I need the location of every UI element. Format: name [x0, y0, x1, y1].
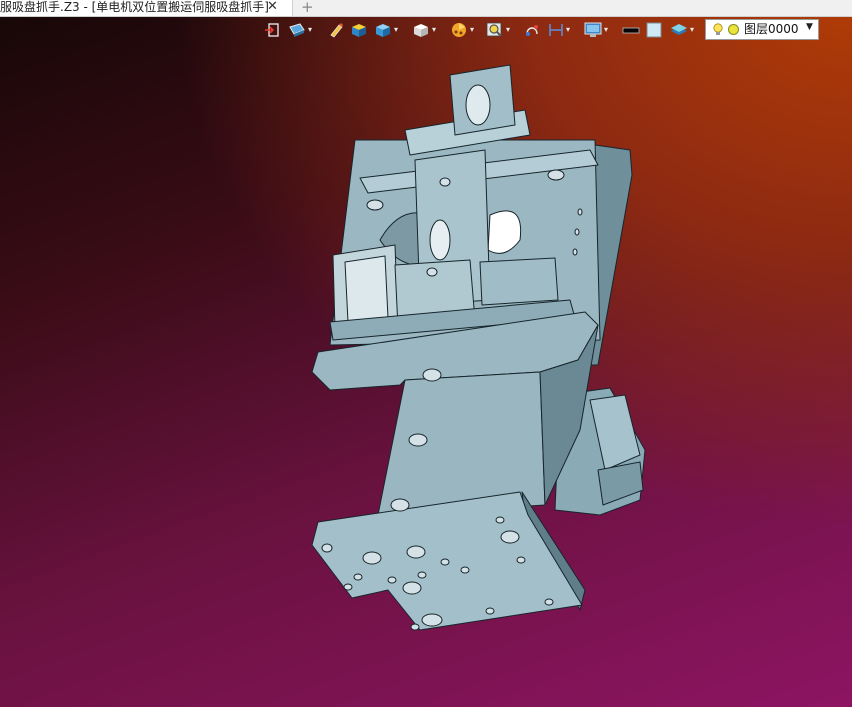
model-hole [516, 556, 526, 564]
bulb-icon[interactable] [712, 23, 724, 37]
document-tab-title: 服吸盘抓手.Z3 - [单电机双位置搬运伺服吸盘抓手] [0, 0, 269, 14]
model-hole [574, 228, 580, 236]
section-button[interactable] [524, 21, 540, 39]
layer-stack-icon [671, 24, 687, 35]
model-hole [353, 573, 363, 581]
layer-select[interactable]: 图层0000 ▼ [705, 19, 819, 40]
prompt-line-2: 按需取消拾取提示 [0, 35, 97, 49]
model-hole [547, 169, 565, 181]
model-hole [343, 583, 353, 591]
model-hole [366, 199, 384, 211]
model-top-slot [465, 84, 491, 126]
model-hole [421, 613, 443, 627]
view-select-icon [289, 23, 305, 37]
dimension-button[interactable]: ▾ [548, 21, 570, 39]
cube-wire-button[interactable]: ▾ [412, 21, 436, 39]
display-settings-button[interactable]: ▾ [584, 21, 608, 39]
model-hole [440, 558, 450, 566]
chevron-down-icon: ▾ [690, 25, 695, 34]
model-hole [426, 267, 438, 277]
model-hole [422, 368, 442, 382]
model-hole [410, 623, 420, 631]
close-icon[interactable]: ✕ [267, 0, 278, 14]
model-hole [485, 607, 495, 615]
exit-icon [265, 23, 279, 37]
zoom-fit-button[interactable]: ▾ [486, 21, 510, 39]
gripper-3d-model[interactable] [300, 58, 650, 643]
layer-manager-button[interactable]: ▾ [670, 21, 694, 39]
dimension-icon [549, 24, 563, 36]
model-hole [390, 498, 410, 512]
model-hole [321, 543, 333, 553]
model-hole [387, 576, 397, 584]
prompt-line-1: 设置中键 [0, 20, 49, 34]
cube-shaded-button[interactable]: ▾ [374, 21, 398, 39]
section-icon [526, 25, 538, 36]
command-prompt: 设置中键 按需取消拾取提示 [0, 20, 96, 50]
model-hole [544, 598, 554, 606]
model-right-rail [479, 257, 559, 306]
model-hole [406, 545, 426, 559]
model-hole [408, 433, 428, 447]
model-hole [572, 248, 578, 256]
chevron-down-icon: ▾ [470, 25, 475, 34]
fill-color-button[interactable] [646, 21, 662, 39]
chevron-down-icon: ▾ [308, 25, 313, 34]
model-hole [577, 208, 583, 216]
model-hole [500, 530, 520, 544]
chevron-down-icon: ▾ [432, 25, 437, 34]
document-tab-bar: 服吸盘抓手.Z3 - [单电机双位置搬运伺服吸盘抓手] ✕ + [0, 0, 852, 17]
layer-name: 图层0000 [744, 22, 799, 36]
model-cylinder-left-face [344, 255, 389, 323]
view-toolbar: ▾ ▾ ▾ ▾ ▾ ▾ ▾ ▾ 图层0000 ▼ [260, 19, 852, 43]
render-style-button[interactable]: ▾ [450, 21, 474, 39]
line-color-icon [622, 27, 640, 34]
add-tab-icon[interactable]: + [301, 0, 314, 16]
model-hole [460, 566, 470, 574]
exit-button[interactable] [264, 21, 280, 39]
cube-shaded-icon [376, 24, 390, 37]
model-hole [362, 551, 382, 565]
model-hole [495, 516, 505, 524]
view-select-button[interactable]: ▾ [288, 21, 312, 39]
sketch-button[interactable] [328, 21, 344, 39]
dropdown-arrow-icon[interactable]: ▼ [806, 22, 813, 32]
chevron-down-icon: ▾ [506, 25, 511, 34]
box-solid-icon [352, 24, 366, 37]
model-hole [402, 581, 422, 595]
model-hole [417, 571, 427, 579]
model-center-slot [429, 219, 451, 261]
document-tab[interactable]: 服吸盘抓手.Z3 - [单电机双位置搬运伺服吸盘抓手] ✕ [0, 0, 293, 16]
zoom-fit-icon [486, 22, 502, 37]
box-solid-button[interactable] [350, 21, 368, 39]
line-color-button[interactable] [622, 21, 640, 39]
layer-color-swatch [728, 24, 739, 35]
render-style-icon [452, 23, 466, 37]
model-hole [439, 177, 451, 187]
chevron-down-icon: ▾ [604, 25, 609, 34]
cube-wire-icon [414, 24, 428, 37]
chevron-down-icon: ▾ [566, 25, 571, 34]
pencil-icon [330, 23, 343, 38]
fill-color-icon [646, 22, 662, 38]
display-monitor-icon [584, 22, 602, 37]
chevron-down-icon: ▾ [394, 25, 399, 34]
